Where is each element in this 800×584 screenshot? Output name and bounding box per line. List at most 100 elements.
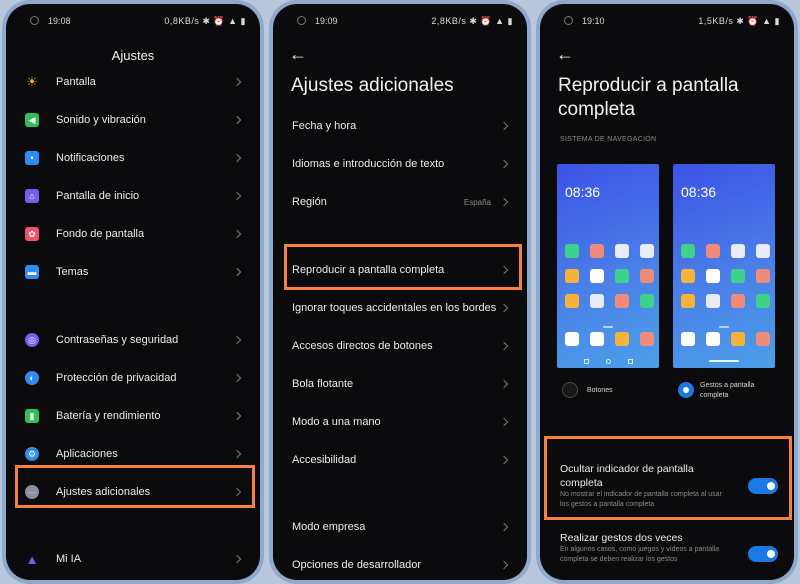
chevron-right-icon [499, 417, 509, 427]
radio-gestos[interactable] [678, 382, 694, 398]
list-item-toques-accidentales[interactable]: Ignorar toques accidentales en los borde… [273, 294, 527, 322]
highlight-box [15, 465, 255, 508]
settings-item-sonido[interactable]: ◀ Sonido y vibración [6, 106, 260, 134]
chevron-right-icon [499, 121, 509, 131]
list-item-fecha-hora[interactable]: Fecha y hora [273, 112, 527, 140]
settings-item-privacidad[interactable]: ◐ Protección de privacidad [6, 364, 260, 392]
chevron-right-icon [499, 341, 509, 351]
theme-icon: ▬ [25, 265, 39, 279]
settings-item-bateria[interactable]: ▮ Batería y rendimiento [6, 402, 260, 430]
back-arrow-icon[interactable]: ← [556, 44, 574, 65]
settings-item-label: Mi IA [56, 553, 82, 565]
list-item-accesos-directos[interactable]: Accesos directos de botones [273, 332, 527, 360]
chevron-right-icon [232, 229, 242, 239]
preview-clock: 08:36 [565, 184, 601, 200]
settings-item-mi-ia[interactable]: ▲ Mi IA [6, 545, 260, 573]
list-item-label: Ignorar toques accidentales en los borde… [292, 302, 497, 314]
list-item-idiomas[interactable]: Idiomas e introducción de texto [273, 150, 527, 178]
settings-item-contrasenas[interactable]: ◎ Contraseñas y seguridad [6, 326, 260, 354]
preview-app-grid [681, 244, 770, 308]
settings-item-pantalla-inicio[interactable]: ⌂ Pantalla de inicio [6, 182, 260, 210]
option-label-gestos-line1: Gestos a pantalla [700, 382, 755, 389]
phone-fullscreen-settings: 19:10 1,5KB/s ✱ ⏰ ▲ ▮ ← Reproducir a pan… [536, 0, 798, 584]
toggle-double-gesture-desc: En algunos casos, como juegos y vídeos a… [560, 546, 720, 563]
list-item-bola-flotante[interactable]: Bola flotante [273, 370, 527, 398]
list-item-label: Opciones de desarrollador [292, 559, 422, 571]
chevron-right-icon [499, 560, 509, 570]
fullscreen-settings-screen: 19:10 1,5KB/s ✱ ⏰ ▲ ▮ ← Reproducir a pan… [540, 4, 794, 580]
toggle-double-gesture-title: Realizar gestos dos veces [560, 532, 683, 544]
list-item-label: Modo a una mano [292, 416, 381, 428]
preview-dock [681, 332, 770, 346]
settings-item-label: Pantalla [56, 76, 96, 88]
battery-icon: ▮ [25, 409, 39, 423]
page-indicator [719, 326, 729, 328]
chevron-right-icon [232, 449, 242, 459]
list-item-desarrollador[interactable]: Opciones de desarrollador [273, 551, 527, 579]
page-title: Ajustes [111, 48, 155, 63]
settings-item-label: Contraseñas y seguridad [56, 334, 179, 346]
gear-icon: ⚙ [25, 447, 39, 461]
sun-icon: ☀ [26, 74, 38, 89]
chevron-right-icon [232, 153, 242, 163]
preview-buttons-navigation[interactable]: 08:36 [557, 164, 659, 368]
back-arrow-icon[interactable]: ← [289, 44, 307, 65]
list-item-label: Fecha y hora [292, 120, 357, 132]
status-bar: 19:08 0,8KB/s ✱ ⏰ ▲ ▮ [6, 14, 260, 28]
option-label-gestos-line2: completa [700, 392, 729, 399]
phone-settings: 19:08 0,8KB/s ✱ ⏰ ▲ ▮ Ajustes ☀ Pantalla… [2, 0, 264, 584]
chevron-right-icon [232, 191, 242, 201]
chevron-right-icon [232, 554, 242, 564]
speaker-icon: ◀ [25, 113, 39, 127]
chevron-right-icon [232, 411, 242, 421]
status-indicators: 1,5KB/s ✱ ⏰ ▲ ▮ [698, 16, 780, 26]
section-header: SISTEMA DE NAVEGACIÓN [560, 136, 657, 143]
list-item-modo-empresa[interactable]: Modo empresa [273, 513, 527, 541]
page-title-line2: completa [558, 99, 636, 120]
list-item-label: Modo empresa [292, 521, 366, 533]
preview-app-grid [565, 244, 654, 308]
preview-clock: 08:36 [681, 184, 717, 200]
settings-item-label: Temas [56, 266, 89, 278]
chevron-right-icon [499, 455, 509, 465]
settings-item-notificaciones[interactable]: • Notificaciones [6, 144, 260, 172]
settings-item-fondo[interactable]: ✿ Fondo de pantalla [6, 220, 260, 248]
settings-item-aplicaciones[interactable]: ⚙ Aplicaciones [6, 440, 260, 468]
settings-item-pantalla[interactable]: ☀ Pantalla [6, 68, 260, 96]
list-item-label: Región [292, 196, 327, 208]
settings-item-temas[interactable]: ▬ Temas [6, 258, 260, 286]
status-indicators: 0,8KB/s ✱ ⏰ ▲ ▮ [164, 16, 246, 26]
chevron-right-icon [499, 303, 509, 313]
option-label-botones: Botones [587, 387, 613, 394]
chevron-right-icon [232, 77, 242, 87]
shield-icon: ◐ [25, 371, 39, 385]
settings-item-label: Fondo de pantalla [56, 228, 145, 240]
chevron-right-icon [232, 335, 242, 345]
gesture-bar [709, 360, 739, 362]
status-bar: 19:10 1,5KB/s ✱ ⏰ ▲ ▮ [540, 14, 794, 28]
chevron-right-icon [499, 379, 509, 389]
toggle-hide-indicator-desc: No mostrar el indicador de pantalla comp… [560, 491, 722, 508]
page-title: Ajustes adicionales [291, 75, 454, 96]
hide-indicator-switch[interactable] [748, 478, 778, 494]
ai-icon: ▲ [25, 551, 39, 567]
status-time: 19:09 [315, 16, 338, 26]
list-item-label: Bola flotante [292, 378, 354, 390]
page-title-line1: Reproducir a pantalla [558, 75, 739, 96]
double-gesture-switch[interactable] [748, 546, 778, 562]
list-item-region[interactable]: Región España [273, 188, 527, 216]
toggle-hide-indicator-title: Ocultar indicador de pantalla completa [560, 463, 694, 489]
notification-icon: • [25, 151, 39, 165]
settings-item-label: Aplicaciones [56, 448, 118, 460]
page-indicator [603, 326, 613, 328]
status-bar: 19:09 2,8KB/s ✱ ⏰ ▲ ▮ [273, 14, 527, 28]
radio-botones[interactable] [562, 382, 578, 398]
list-item-accesibilidad[interactable]: Accesibilidad [273, 446, 527, 474]
flower-icon: ✿ [25, 227, 39, 241]
preview-dock [565, 332, 654, 346]
preview-gesture-navigation[interactable]: 08:36 [673, 164, 775, 368]
list-item-modo-una-mano[interactable]: Modo a una mano [273, 408, 527, 436]
list-item-label: Accesibilidad [292, 454, 357, 466]
settings-item-label: Notificaciones [56, 152, 125, 164]
camera-icon [564, 16, 573, 25]
